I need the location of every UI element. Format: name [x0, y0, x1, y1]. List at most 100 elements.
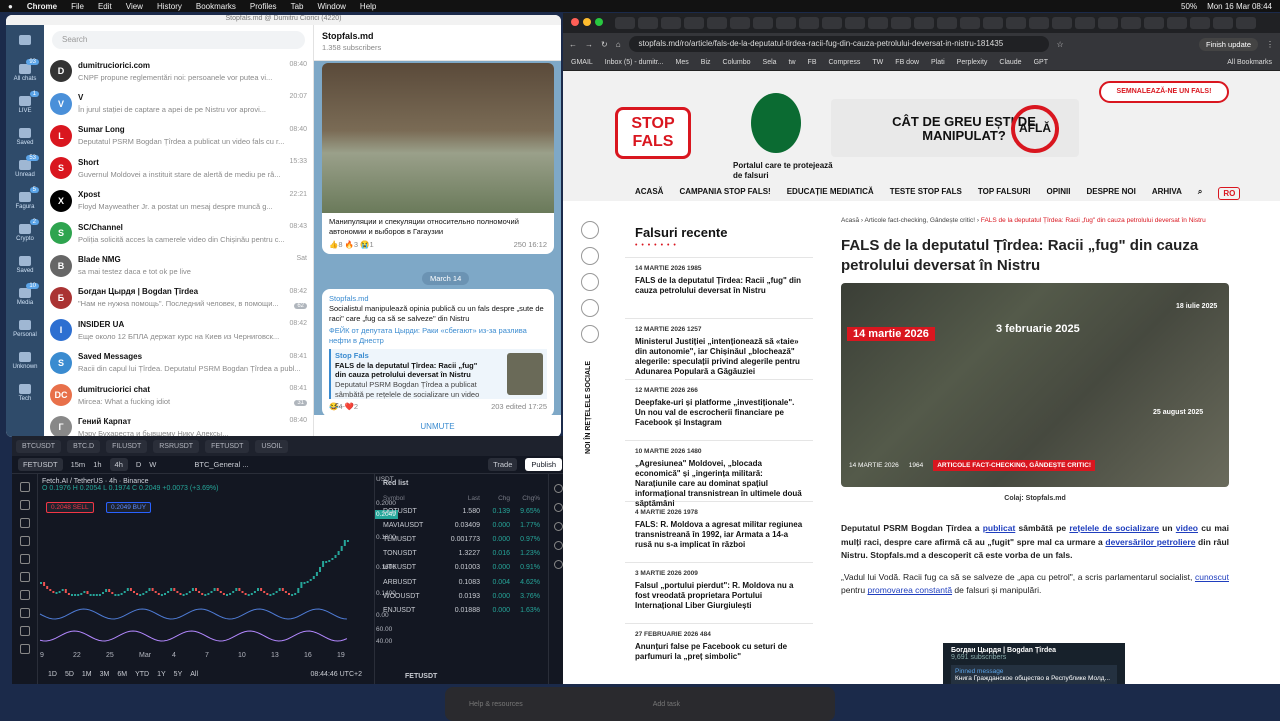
browser-tab[interactable]	[799, 17, 819, 29]
browser-tab[interactable]	[891, 17, 911, 29]
bookmark[interactable]: GMAIL	[571, 59, 593, 66]
nav-item[interactable]: TOP FALSURI	[978, 187, 1031, 200]
link-known[interactable]: cunoscut	[1195, 572, 1229, 582]
zoom-icon[interactable]	[19, 590, 30, 600]
chat-row[interactable]: I INSIDER UA Еще около 12 БПЛА держат курс…	[44, 314, 313, 346]
text-icon[interactable]	[19, 554, 30, 564]
watchlist-row[interactable]: TONUSDT 1.3227 0.016 1.23%	[375, 547, 548, 561]
search-icon[interactable]: ⌕	[1198, 187, 1202, 200]
folder-unknown[interactable]: Unknown	[6, 345, 44, 377]
watchlist-row[interactable]: DOTUSDT 1.580 0.139 9.65%	[375, 504, 548, 518]
folder-tech[interactable]: Tech	[6, 377, 44, 409]
bookmark[interactable]: Perplexity	[957, 59, 988, 66]
link-spills[interactable]: deversărilor petroliere	[1105, 537, 1195, 547]
feed-title[interactable]: FALS de la deputatul Țîrdea: Racii „fug"…	[635, 276, 803, 296]
crosshair-icon[interactable]	[19, 482, 30, 492]
interval-d[interactable]: D	[136, 460, 141, 469]
col-last[interactable]: Last	[450, 495, 480, 502]
chat-row[interactable]: Ddumitruciorici.com CNPF propune reglemen…	[44, 55, 313, 87]
bookmark[interactable]: Compress	[829, 59, 861, 66]
range-1m[interactable]: 1M	[82, 671, 92, 678]
watchlist-footer-symbol[interactable]: FETUSDT	[405, 673, 437, 680]
bookmark[interactable]: Columbo	[723, 59, 751, 66]
browser-tab[interactable]	[1213, 17, 1233, 29]
browser-tab[interactable]	[1029, 17, 1049, 29]
interval-15m[interactable]: 15m	[71, 460, 86, 469]
forward-icon[interactable]: →	[585, 40, 593, 49]
menu-history[interactable]: History	[157, 2, 182, 11]
folder-personal[interactable]: Personal	[6, 313, 44, 345]
nav-item[interactable]: CAMPANIA STOP FALS!	[679, 187, 770, 200]
browser-tab[interactable]	[845, 17, 865, 29]
hero-image[interactable]: 14 martie 2026 3 februarie 2025 18 iulie…	[841, 283, 1229, 487]
symbol-search[interactable]: FETUSDT	[18, 458, 63, 471]
nav-item[interactable]: EDUCAȚIE MEDIATICĂ	[787, 187, 874, 200]
menu-profiles[interactable]: Profiles	[250, 2, 277, 11]
close-icon[interactable]	[571, 18, 579, 26]
bookmark[interactable]: Sela	[763, 59, 777, 66]
alerts-icon[interactable]	[554, 503, 563, 512]
menu-icon[interactable]	[6, 25, 44, 57]
feed-item[interactable]: 3 MARTIE 2026 2009 Falsul „portului pierd…	[625, 562, 813, 623]
address-bar[interactable]: stopfals.md/ro/article/fals-de-la-deputa…	[628, 36, 1049, 52]
chat-row[interactable]: B Blade NMG sa mai testez daca e tot ok pe…	[44, 249, 313, 281]
chart-tab[interactable]: FETUSDT	[205, 439, 250, 453]
star-icon[interactable]: ☆	[1057, 40, 1064, 49]
col-chgpct[interactable]: Chg%	[510, 495, 540, 502]
feed-title[interactable]: Anunțuri false pe Facebook cu seturi de …	[635, 642, 803, 662]
reload-icon[interactable]: ↻	[601, 40, 608, 49]
menu-help[interactable]: Help	[360, 2, 376, 11]
feed-item[interactable]: 4 MARTIE 2026 1978 FALS: R. Moldova a agr…	[625, 501, 813, 562]
browser-tab[interactable]	[684, 17, 704, 29]
all-bookmarks[interactable]: All Bookmarks	[1227, 59, 1272, 66]
link-social[interactable]: rețelele de socializare	[1069, 523, 1159, 533]
chat-row[interactable]: S Saved Messages Racii din capul lui Țîrde…	[44, 347, 313, 379]
chart-tab[interactable]: FILUSDT	[106, 439, 148, 453]
menu-edit[interactable]: Edit	[98, 2, 112, 11]
browser-tab[interactable]	[730, 17, 750, 29]
interval-w[interactable]: W	[149, 460, 156, 469]
chat-row[interactable]: Г Гений Карпат Мэру Бухареста и бывшему Ни…	[44, 411, 313, 437]
post-photo[interactable]	[322, 63, 554, 213]
col-chg[interactable]: Chg	[480, 495, 510, 502]
browser-tab[interactable]	[776, 17, 796, 29]
chat-row[interactable]: Б Богдан Цырдя | Bogdan Țîrdea "Нам не нуж…	[44, 282, 313, 314]
feed-item[interactable]: 14 MARTIE 2026 1985 FALS de la deputatul …	[625, 257, 813, 318]
watchlist-row[interactable]: UTKUSDT 0.01003 0.000 0.91%	[375, 561, 548, 575]
crumb-category[interactable]: Articole fact-checking, Gândește critic!	[865, 217, 976, 224]
browser-tab[interactable]	[960, 17, 980, 29]
time-axis[interactable]: 9 22 25 Mar 4 7 10 13 16 19	[38, 652, 372, 664]
folder-all-chats[interactable]: All chats 93	[6, 57, 44, 89]
browser-tab[interactable]	[638, 17, 658, 29]
chat-icon[interactable]	[554, 541, 563, 550]
bookmark[interactable]: GPT	[1034, 59, 1048, 66]
home-icon[interactable]: ⌂	[616, 40, 621, 49]
browser-tab[interactable]	[661, 17, 681, 29]
browser-tab[interactable]	[822, 17, 842, 29]
stopfals-logo[interactable]: STOP FALS	[615, 107, 691, 159]
feed-title[interactable]: Falsul „portului pierdut": R. Moldova nu…	[635, 581, 803, 611]
watchlist-title[interactable]: Red list	[375, 474, 548, 493]
nav-item[interactable]: TESTE STOP FALS	[890, 187, 962, 200]
watchlist-row[interactable]: MAVIAUSDT 0.03409 0.000 1.77%	[375, 518, 548, 532]
folder-crypto[interactable]: Crypto 2	[6, 217, 44, 249]
battery-percent[interactable]: 50%	[1181, 2, 1197, 11]
bookmark[interactable]: Plati	[931, 59, 945, 66]
lock-icon[interactable]	[19, 608, 30, 618]
telegram-embed[interactable]: Богдан Цырдя | Bogdan Țîrdea 9,691 subsc…	[943, 643, 1125, 684]
range-ytd[interactable]: YTD	[135, 671, 149, 678]
chat-row[interactable]: S Short Guvernul Moldovei a instituit star…	[44, 152, 313, 184]
ruler-icon[interactable]	[19, 572, 30, 582]
nav-item[interactable]: ACASĂ	[635, 187, 663, 200]
range-5d[interactable]: 5D	[65, 671, 74, 678]
chat-row[interactable]: S SC/Channel Poliția solicită acces la cam…	[44, 217, 313, 249]
menubar-app[interactable]: Chrome	[27, 2, 57, 11]
menu-tab[interactable]: Tab	[291, 2, 304, 11]
browser-tab[interactable]	[937, 17, 957, 29]
ideas-icon[interactable]	[554, 560, 563, 569]
range-6m[interactable]: 6M	[117, 671, 127, 678]
post-text-ru[interactable]: ФЕЙК от депутата Цырди: Раки «сбегают» и…	[329, 326, 547, 346]
menu-bookmarks[interactable]: Bookmarks	[196, 2, 236, 11]
fib-icon[interactable]	[19, 518, 30, 528]
publish-button[interactable]: Publish	[525, 458, 562, 471]
